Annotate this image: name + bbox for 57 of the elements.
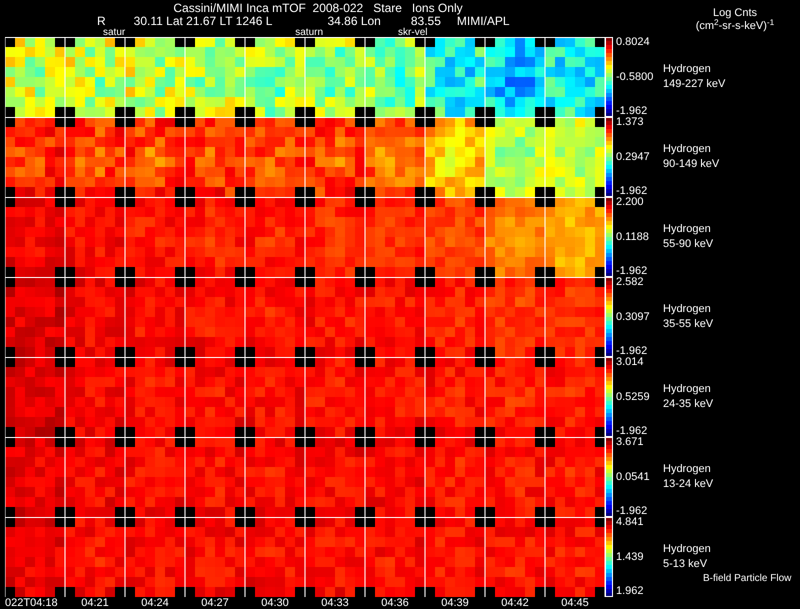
colorbar-label: 3.671	[616, 437, 645, 448]
position-info: R	[97, 15, 106, 28]
plot-annotation: saturn	[295, 28, 324, 37]
time-tick: 04:36	[381, 597, 409, 609]
colorbar-label: 3.014	[616, 357, 645, 368]
time-tick: 04:27	[201, 597, 229, 609]
colorbar-label: -1.962	[616, 506, 648, 517]
legend-units: (cm$^{2}$-sr-s-keV)$^{-1}$	[696, 20, 774, 32]
species-label: Hydrogen	[663, 302, 712, 317]
species-label: Hydrogen	[663, 62, 712, 77]
colorbar-label: 0.5259	[616, 392, 651, 402]
colorbar-label: -0.5800	[616, 72, 654, 82]
energy-label: 149-227 keV	[663, 77, 726, 92]
species-label: Hydrogen	[663, 222, 712, 237]
time-tick: 04:42	[501, 597, 529, 609]
energy-label: 35-55 keV	[663, 317, 714, 332]
plot-annotation: satur	[103, 28, 126, 37]
time-tick: 04:24	[141, 597, 169, 609]
colorbar-label: 1.439	[616, 552, 645, 562]
colorbar-label: 0.3097	[616, 312, 651, 322]
colorbar-label: 0.1188	[616, 232, 650, 242]
colorbar-label: 2.200	[616, 197, 645, 208]
colorbar-label: -1.962	[616, 106, 648, 117]
position-info: MIMI/APL	[456, 15, 510, 28]
colorbar-label: -1.962	[616, 266, 648, 277]
time-tick: 04:39	[441, 597, 469, 609]
energy-label: 55-90 keV	[663, 237, 714, 252]
time-tick: 04:21	[81, 597, 109, 609]
time-tick: 04:33	[321, 597, 349, 609]
species-label: Hydrogen	[663, 542, 711, 557]
colorbar-label: 2.582	[616, 277, 645, 288]
position-info: 30.11 Lat 21.67 LT 1246 L	[134, 15, 272, 28]
energy-label: 13-24 keV	[663, 477, 714, 492]
time-tick: 04:45	[561, 597, 589, 609]
time-tick: 022T04:18	[5, 597, 58, 609]
energy-label: 24-35 keV	[663, 397, 714, 412]
species-label: Hydrogen	[663, 462, 712, 477]
colorbar-label: 0.8024	[616, 37, 651, 48]
species-label: Hydrogen	[663, 382, 712, 397]
colorbar-label: -1.962	[616, 346, 648, 357]
time-tick: 04:30	[261, 597, 289, 609]
energy-label: 90-149 keV	[663, 157, 720, 172]
plot-annotation: skr-vel	[398, 28, 428, 37]
plot-title: Cassini/MIMI Inca mTOF 2008-022 Stare Ions Only	[173, 1, 463, 15]
colorbar-label: 1.373	[616, 117, 645, 128]
colorbar-label: 1.962	[616, 586, 645, 597]
position-info: 34.86 Lon	[327, 15, 381, 28]
species-label: Hydrogen	[663, 142, 712, 157]
colorbar-label: -1.962	[616, 186, 648, 197]
footer-note: B-field Particle Flow	[703, 572, 792, 586]
legend-title: Log Cnts	[712, 7, 758, 19]
colorbar-label: 0.2947	[616, 152, 651, 162]
colorbar-label: 4.841	[616, 517, 645, 528]
colorbar-label: -1.962	[616, 426, 648, 437]
energy-label: 5-13 keV	[663, 557, 708, 572]
colorbar-label: 0.0541	[616, 472, 651, 482]
position-info: 83.55	[410, 15, 441, 28]
